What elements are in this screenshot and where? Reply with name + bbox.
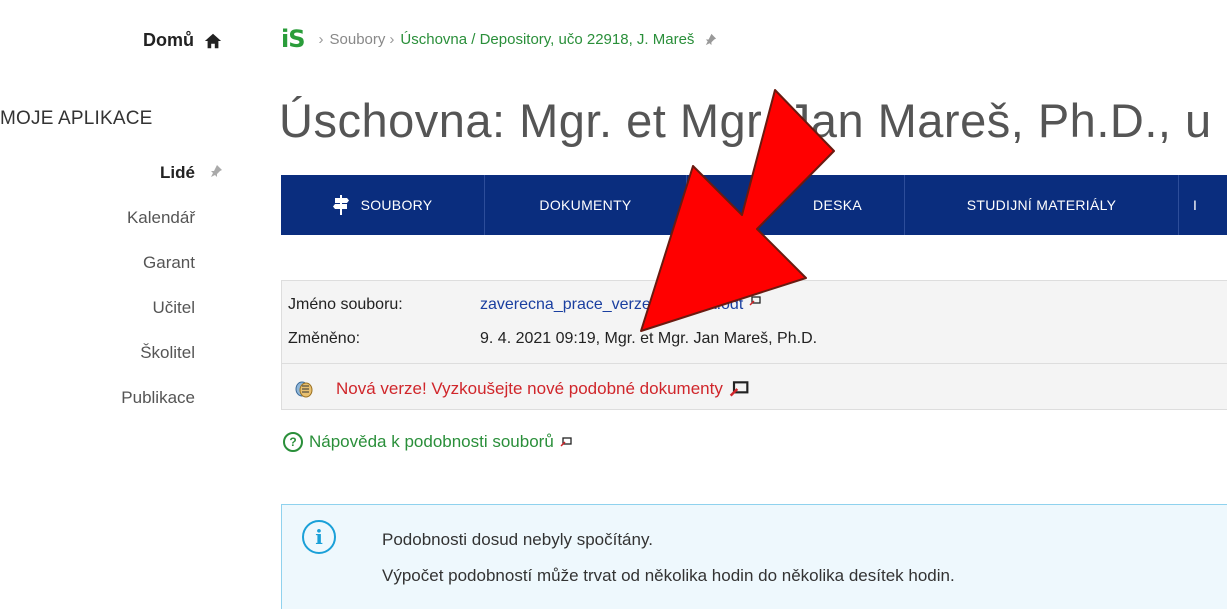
file-info-box: Jméno souboru: zaverecna_prace_verze_pro… [281,280,1227,410]
home-link[interactable]: Domů [143,30,222,51]
sidebar-item-publikace[interactable]: Publikace [121,385,195,430]
sidebar-item-label: Lidé [160,163,195,182]
sidebar-item-garant[interactable]: Garant [121,250,195,295]
info-icon: i [302,520,336,554]
breadcrumb: iS › Soubory › Úschovna / Depository, uč… [281,25,717,53]
section-title: MOJE APLIKACE [0,108,153,129]
tab-soubory[interactable]: SOUBORY [281,175,485,235]
file-name-label: Jméno souboru: [288,296,403,313]
tab-label: I [1193,197,1198,213]
external-link-icon[interactable] [749,296,761,306]
external-link-icon [729,381,749,397]
is-logo[interactable]: iS [281,25,305,53]
changed-value: 9. 4. 2021 09:19, Mgr. et Mgr. Jan Mareš… [480,330,818,347]
sidebar-item-label: Kalendář [126,208,195,227]
info-notice: i Podobnosti dosud nebyly spočítány. Výp… [281,504,1227,609]
chevron-right-icon: › [318,30,324,48]
page-title: Úschovna: Mgr. et Mgr. Jan Mareš, Ph.D.,… [279,94,1212,147]
home-icon [204,33,222,48]
signpost-icon [332,195,349,215]
tab-dokumenty[interactable]: DOKUMENTY [485,175,687,235]
sidebar-item-skolitel[interactable]: Školitel [121,340,195,385]
sidebar-item-label: Učitel [152,298,195,317]
notice-line-2: Výpočet podobností může trvat od několik… [382,566,955,585]
notice-line-1: Podobnosti dosud nebyly spočítány. [382,530,653,549]
chevron-right-icon: › [389,30,395,48]
tab-bar: SOUBORY DOKUMENTY DESKA STUDIJNÍ MATERIÁ… [281,175,1227,235]
documents-icon [295,381,313,398]
sidebar-item-ucitel[interactable]: Učitel [121,295,195,340]
tab-label: SOUBORY [360,197,433,213]
sidebar-item-label: Publikace [121,388,195,407]
pin-icon[interactable] [704,33,717,46]
breadcrumb-uschovna[interactable]: Úschovna / Depository, učo 22918, J. Mar… [400,31,694,48]
file-name-link[interactable]: zaverecna_prace_verze_prosova.odt [480,296,743,314]
help-label: Nápověda k podobnosti souborů [309,432,554,451]
new-version-label: Nová verze! Vyzkoušejte nové podobné dok… [336,379,723,398]
similarity-help-link[interactable]: ? Nápověda k podobnosti souborů [283,432,572,452]
tab-deska[interactable]: DESKA [687,175,905,235]
file-name-row: Jméno souboru: zaverecna_prace_verze_pro… [288,296,761,314]
sidebar-item-kalendar[interactable]: Kalendář [121,205,195,250]
external-link-icon [560,437,572,447]
tab-studijni-materialy[interactable]: STUDIJNÍ MATERIÁLY [905,175,1179,235]
sidebar-item-lide[interactable]: Lidé [121,160,222,205]
breadcrumb-soubory[interactable]: Soubory [330,31,386,48]
changed-row: Změněno: 9. 4. 2021 09:19, Mgr. et Mgr. … [288,330,817,348]
pin-icon[interactable] [209,164,223,178]
sidebar-list: Lidé Kalendář Garant Učitel Školitel Pub… [121,160,222,430]
question-icon: ? [283,432,303,452]
tab-label: STUDIJNÍ MATERIÁLY [966,197,1117,213]
sidebar-item-label: Školitel [140,343,195,362]
sidebar: Domů MOJE APLIKACE Lidé Kalendář Garant … [0,0,240,609]
tab-label: DESKA [813,197,862,213]
tab-more[interactable]: I [1179,175,1227,235]
divider [282,363,1227,364]
new-version-link[interactable]: Nová verze! Vyzkoušejte nové podobné dok… [294,379,771,399]
changed-label: Změněno: [288,330,361,347]
sidebar-item-label: Garant [143,253,195,272]
home-label: Domů [143,30,194,50]
tab-label: DOKUMENTY [539,197,632,213]
